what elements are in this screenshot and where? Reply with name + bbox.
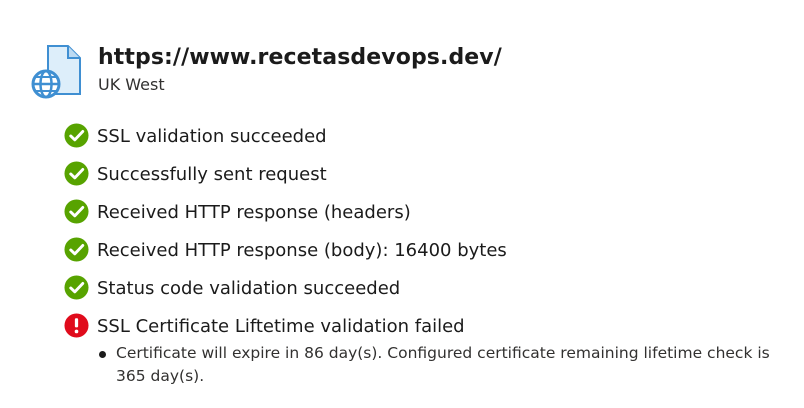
check-label: Received HTTP response (headers) xyxy=(97,202,411,223)
failure-detail-text: Certificate will expire in 86 day(s). Co… xyxy=(116,344,770,385)
check-item-response-body: Received HTTP response (body): 16400 byt… xyxy=(64,232,794,270)
error-circle-icon xyxy=(64,312,89,338)
check-label: Status code validation succeeded xyxy=(97,278,401,299)
check-circle-icon xyxy=(64,160,89,186)
check-circle-icon xyxy=(64,122,89,148)
failure-detail-item: Certificate will expire in 86 day(s). Co… xyxy=(98,342,788,388)
check-item-response-headers: Received HTTP response (headers) xyxy=(64,194,794,232)
check-label: Successfully sent request xyxy=(97,164,327,185)
check-item-ssl-lifetime: SSL Certificate Liftetime validation fai… xyxy=(64,308,794,346)
check-item-status-code: Status code validation succeeded xyxy=(64,270,794,308)
validation-check-list: SSL validation succeeded Successfully se… xyxy=(64,118,794,346)
check-circle-icon xyxy=(64,198,89,224)
web-page-globe-icon xyxy=(31,45,81,99)
check-label: Received HTTP response (body): 16400 byt… xyxy=(97,240,507,261)
check-label: SSL validation succeeded xyxy=(97,126,327,147)
check-item-sent-request: Successfully sent request xyxy=(64,156,794,194)
test-region: UK West xyxy=(98,75,165,94)
check-circle-icon xyxy=(64,236,89,262)
bullet-icon xyxy=(99,351,106,358)
test-url-title: https://www.recetasdevops.dev/ xyxy=(98,45,502,70)
failure-details: Certificate will expire in 86 day(s). Co… xyxy=(98,342,788,388)
check-circle-icon xyxy=(64,274,89,300)
test-result-header: https://www.recetasdevops.dev/ UK West xyxy=(30,40,790,104)
check-item-ssl-validation: SSL validation succeeded xyxy=(64,118,794,156)
check-label: SSL Certificate Liftetime validation fai… xyxy=(97,316,465,337)
